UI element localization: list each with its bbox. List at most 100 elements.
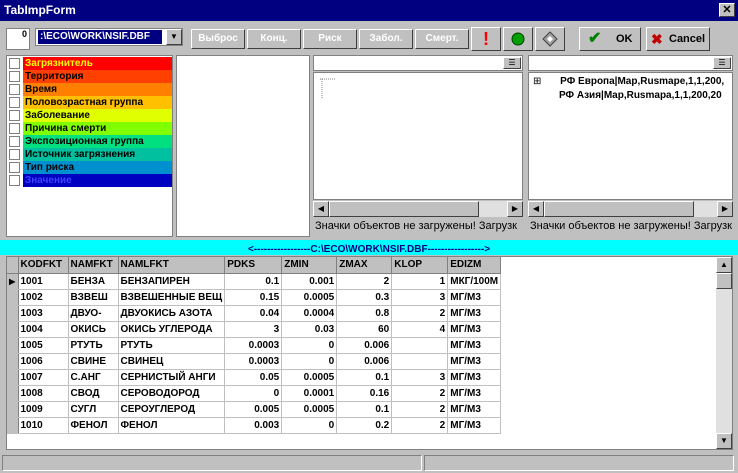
table-cell[interactable]: 2 bbox=[391, 385, 449, 402]
table-cell[interactable]: 1001 bbox=[18, 273, 69, 290]
scroll-right-icon[interactable]: ▶ bbox=[717, 201, 733, 217]
table-cell[interactable]: 2 bbox=[391, 401, 449, 418]
table-cell[interactable]: 1004 bbox=[18, 321, 69, 338]
horizontal-scrollbar[interactable]: ◀ ▶ bbox=[313, 201, 523, 217]
table-cell[interactable]: БЕНЗА bbox=[68, 273, 119, 290]
table-cell[interactable]: 0.0001 bbox=[281, 385, 338, 402]
table-cell[interactable]: МКГ/100М bbox=[447, 273, 502, 290]
table-cell[interactable]: ФЕНОЛ bbox=[68, 417, 119, 434]
disease-button[interactable]: Забол. bbox=[359, 29, 413, 49]
category-item-risk-type[interactable]: Тип риска bbox=[7, 161, 172, 174]
scroll-right-icon[interactable]: ▶ bbox=[507, 201, 523, 217]
column-header[interactable]: KODFKT bbox=[18, 257, 69, 274]
table-row[interactable]: 1009 СУГЛ СЕРОУГЛЕРОД 0.005 0.0005 0.1 2… bbox=[7, 401, 502, 418]
table-cell[interactable]: С.АНГ bbox=[68, 369, 119, 386]
column-header[interactable]: NAMLFKT bbox=[118, 257, 226, 274]
horizontal-scrollbar[interactable]: ◀ ▶ bbox=[528, 201, 733, 217]
tool-button[interactable] bbox=[535, 27, 565, 51]
table-cell[interactable]: ОКИСЬ УГЛЕРОДА bbox=[118, 321, 226, 338]
table-cell[interactable]: 1010 bbox=[18, 417, 69, 434]
scroll-up-icon[interactable]: ▲ bbox=[716, 257, 732, 273]
table-cell[interactable]: 0.1 bbox=[224, 273, 283, 290]
table-row[interactable]: 1006 СВИНЕ СВИНЕЦ 0.0003 0 0.006 МГ/М3 bbox=[7, 353, 502, 370]
table-cell[interactable]: ВЗВЕШ bbox=[68, 289, 119, 306]
table-cell[interactable]: 3 bbox=[224, 321, 283, 338]
scroll-down-icon[interactable]: ▼ bbox=[716, 433, 732, 449]
table-cell[interactable]: 2 bbox=[391, 305, 449, 322]
table-cell[interactable]: СЕРНИСТЫЙ АНГИ bbox=[118, 369, 226, 386]
category-checkbox[interactable] bbox=[9, 58, 20, 69]
scroll-thumb[interactable] bbox=[544, 201, 694, 217]
column-header[interactable]: ZMIN bbox=[281, 257, 338, 274]
category-checkbox[interactable] bbox=[9, 84, 20, 95]
table-cell[interactable]: СУГЛ bbox=[68, 401, 119, 418]
table-cell[interactable]: 1006 bbox=[18, 353, 69, 370]
category-checkbox[interactable] bbox=[9, 110, 20, 121]
table-cell[interactable]: 1009 bbox=[18, 401, 69, 418]
table-cell[interactable]: 60 bbox=[336, 321, 393, 338]
table-cell[interactable]: 0 bbox=[281, 417, 338, 434]
table-cell[interactable]: 2 bbox=[336, 273, 393, 290]
table-cell[interactable]: МГ/М3 bbox=[447, 353, 502, 370]
tree-view[interactable]: ⊞ РФ Европа|Map,Rusmape,1,1,200, РФ Азия… bbox=[528, 72, 733, 200]
column-header[interactable]: ZMAX bbox=[336, 257, 393, 274]
table-cell[interactable]: 0.0005 bbox=[281, 369, 338, 386]
emission-button[interactable]: Выброс bbox=[191, 29, 245, 49]
table-cell[interactable]: ДВУОКИСЬ АЗОТА bbox=[118, 305, 226, 322]
table-cell[interactable]: 0.006 bbox=[336, 337, 393, 354]
table-cell[interactable]: 0.1 bbox=[336, 369, 393, 386]
data-grid[interactable]: KODFKT NAMFKT NAMLFKT PDKS ZMIN ZMAX KLO… bbox=[6, 256, 733, 450]
table-cell[interactable]: 0.0005 bbox=[281, 289, 338, 306]
table-cell[interactable]: 0.3 bbox=[336, 289, 393, 306]
table-cell[interactable]: МГ/М3 bbox=[447, 321, 502, 338]
category-item-value[interactable]: Значение bbox=[7, 174, 172, 187]
status-button[interactable] bbox=[503, 27, 533, 51]
category-checkbox[interactable] bbox=[9, 97, 20, 108]
menu-icon[interactable]: ☰ bbox=[503, 57, 521, 69]
table-cell[interactable]: СЕРОВОДОРОД bbox=[118, 385, 226, 402]
table-cell[interactable]: МГ/М3 bbox=[447, 417, 502, 434]
risk-button[interactable]: Риск bbox=[303, 29, 357, 49]
table-cell[interactable]: 0 bbox=[281, 353, 338, 370]
table-cell[interactable] bbox=[391, 337, 449, 354]
category-item-time[interactable]: Время bbox=[7, 83, 172, 96]
table-row[interactable]: 1010 ФЕНОЛ ФЕНОЛ 0.003 0 0.2 2 МГ/М3 bbox=[7, 417, 502, 434]
table-cell[interactable]: 0.003 bbox=[224, 417, 283, 434]
table-cell[interactable]: 0.006 bbox=[336, 353, 393, 370]
table-cell[interactable]: ВЗВЕШЕННЫЕ ВЕЩ bbox=[118, 289, 226, 306]
table-cell[interactable]: 0.8 bbox=[336, 305, 393, 322]
table-cell[interactable]: СВИНЕЦ bbox=[118, 353, 226, 370]
category-item-territory[interactable]: Территория bbox=[7, 70, 172, 83]
category-checkbox[interactable] bbox=[9, 136, 20, 147]
table-cell[interactable]: 0.005 bbox=[224, 401, 283, 418]
tree-view[interactable] bbox=[313, 72, 523, 200]
category-checkbox[interactable] bbox=[9, 71, 20, 82]
close-button[interactable]: ✕ bbox=[719, 3, 735, 17]
table-cell[interactable]: СВОД bbox=[68, 385, 119, 402]
table-cell[interactable]: 0.001 bbox=[281, 273, 338, 290]
table-cell[interactable]: 0.0005 bbox=[281, 401, 338, 418]
alert-button[interactable]: ! bbox=[471, 27, 501, 51]
column-header[interactable]: EDIZM bbox=[447, 257, 502, 274]
category-checkbox[interactable] bbox=[9, 175, 20, 186]
table-cell[interactable]: 0.15 bbox=[224, 289, 283, 306]
table-cell[interactable]: МГ/М3 bbox=[447, 385, 502, 402]
category-checkbox[interactable] bbox=[9, 162, 20, 173]
table-row[interactable]: 1008 СВОД СЕРОВОДОРОД 0 0.0001 0.16 2 МГ… bbox=[7, 385, 502, 402]
expand-icon[interactable]: ⊞ bbox=[533, 76, 541, 87]
table-cell[interactable]: 0.16 bbox=[336, 385, 393, 402]
category-item-disease[interactable]: Заболевание bbox=[7, 109, 172, 122]
table-cell[interactable]: 0.0004 bbox=[281, 305, 338, 322]
scroll-left-icon[interactable]: ◀ bbox=[313, 201, 329, 217]
vertical-scrollbar[interactable]: ▲ ▼ bbox=[716, 257, 732, 449]
table-cell[interactable]: 3 bbox=[391, 369, 449, 386]
category-item-exposure-group[interactable]: Экспозиционная группа bbox=[7, 135, 172, 148]
table-cell[interactable]: 1008 bbox=[18, 385, 69, 402]
table-cell[interactable]: 0.0003 bbox=[224, 353, 283, 370]
table-cell[interactable]: МГ/М3 bbox=[447, 369, 502, 386]
table-cell[interactable]: 0 bbox=[224, 385, 283, 402]
table-cell[interactable]: МГ/М3 bbox=[447, 401, 502, 418]
cancel-button[interactable]: ✖ Cancel bbox=[646, 27, 710, 51]
table-cell[interactable] bbox=[391, 353, 449, 370]
table-cell[interactable]: 4 bbox=[391, 321, 449, 338]
